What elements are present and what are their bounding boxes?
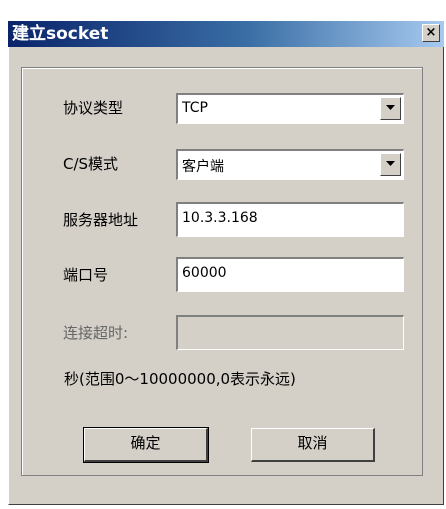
title-bar: 建立socket × [8,21,444,47]
mode-value: 客户端 [182,159,224,175]
chevron-down-icon [386,161,395,166]
close-icon: × [425,25,437,40]
protocol-dropdown-button[interactable] [380,97,401,120]
protocol-select[interactable]: TCP [176,93,404,124]
mode-select[interactable]: 客户端 [176,149,404,180]
chevron-down-icon [386,105,395,110]
server-address-input[interactable]: 10.3.3.168 [176,202,404,237]
mode-label: C/S模式 [63,155,119,173]
port-input[interactable]: 60000 [176,257,404,292]
window-title: 建立socket [12,24,109,44]
timeout-label: 连接超时: [63,324,129,342]
server-address-label: 服务器地址 [63,211,139,229]
ok-button[interactable]: 确定 [83,427,209,463]
port-label: 端口号 [63,266,109,284]
mode-dropdown-button[interactable] [380,153,401,176]
close-button[interactable]: × [422,24,440,42]
timeout-hint: 秒(范围0～10000000,0表示永远) [64,370,296,388]
cancel-button[interactable]: 取消 [251,428,375,462]
protocol-label: 协议类型 [63,99,124,117]
timeout-input[interactable] [176,315,404,350]
protocol-value: TCP [182,100,208,116]
